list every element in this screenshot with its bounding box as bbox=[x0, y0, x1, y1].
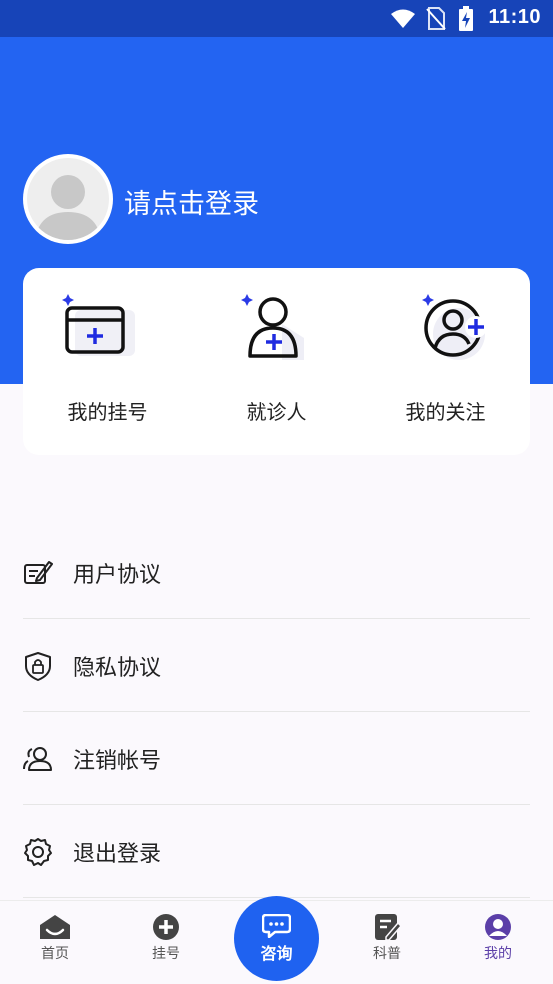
menu-logout[interactable]: 退出登录 bbox=[23, 805, 530, 898]
tab-science[interactable]: 科普 bbox=[347, 913, 427, 973]
privacy-shield-icon bbox=[25, 652, 51, 681]
menu-label: 用户协议 bbox=[73, 563, 162, 588]
menu-label: 隐私协议 bbox=[73, 656, 162, 681]
menu-privacy-policy[interactable]: 隐私协议 bbox=[23, 619, 530, 712]
quick-action-patient[interactable]: 就诊人 bbox=[192, 268, 361, 455]
tab-home[interactable]: 首页 bbox=[15, 913, 95, 973]
logout-gear-icon bbox=[24, 838, 52, 866]
quick-action-my-follows[interactable]: 我的关注 bbox=[361, 268, 530, 455]
consult-button[interactable]: 咨询 bbox=[234, 896, 319, 981]
tab-label: 我的 bbox=[484, 946, 512, 962]
login-prompt[interactable]: 请点击登录 bbox=[124, 182, 259, 221]
follow-user-icon bbox=[422, 294, 487, 360]
default-avatar-icon[interactable] bbox=[23, 154, 113, 244]
home-icon bbox=[40, 915, 70, 939]
quick-actions-card: 我的挂号 就诊人 我的关注 bbox=[23, 268, 530, 455]
menu-delete-account[interactable]: 注销帐号 bbox=[23, 712, 530, 805]
menu-label: 注销帐号 bbox=[73, 749, 162, 774]
tab-mine[interactable]: 我的 bbox=[458, 913, 538, 973]
article-edit-icon bbox=[375, 914, 402, 941]
user-circle-icon bbox=[485, 914, 511, 940]
tab-label: 首页 bbox=[41, 946, 69, 962]
tab-registration[interactable]: 挂号 bbox=[126, 913, 206, 973]
patient-icon bbox=[241, 294, 304, 360]
menu-user-agreement[interactable]: 用户协议 bbox=[23, 526, 530, 619]
agreement-edit-icon bbox=[24, 561, 53, 584]
users-icon bbox=[23, 747, 52, 771]
wifi-icon bbox=[391, 9, 415, 28]
plus-circle-icon bbox=[153, 914, 179, 940]
status-bar: 11:10 bbox=[0, 0, 553, 37]
quick-action-my-registration[interactable]: 我的挂号 bbox=[23, 268, 192, 455]
tab-label: 挂号 bbox=[152, 946, 180, 962]
battery-charging-icon bbox=[459, 6, 473, 31]
chat-bubble-icon bbox=[262, 914, 291, 938]
registration-card-icon bbox=[62, 294, 135, 356]
status-time: 11:10 bbox=[488, 6, 541, 28]
quick-action-label: 我的挂号 bbox=[67, 400, 148, 424]
no-sim-icon bbox=[426, 7, 446, 30]
quick-action-label: 我的关注 bbox=[405, 400, 486, 424]
consult-label: 咨询 bbox=[260, 944, 293, 963]
menu-label: 退出登录 bbox=[73, 842, 162, 867]
tab-label: 科普 bbox=[373, 946, 401, 962]
quick-action-label: 就诊人 bbox=[246, 400, 307, 424]
